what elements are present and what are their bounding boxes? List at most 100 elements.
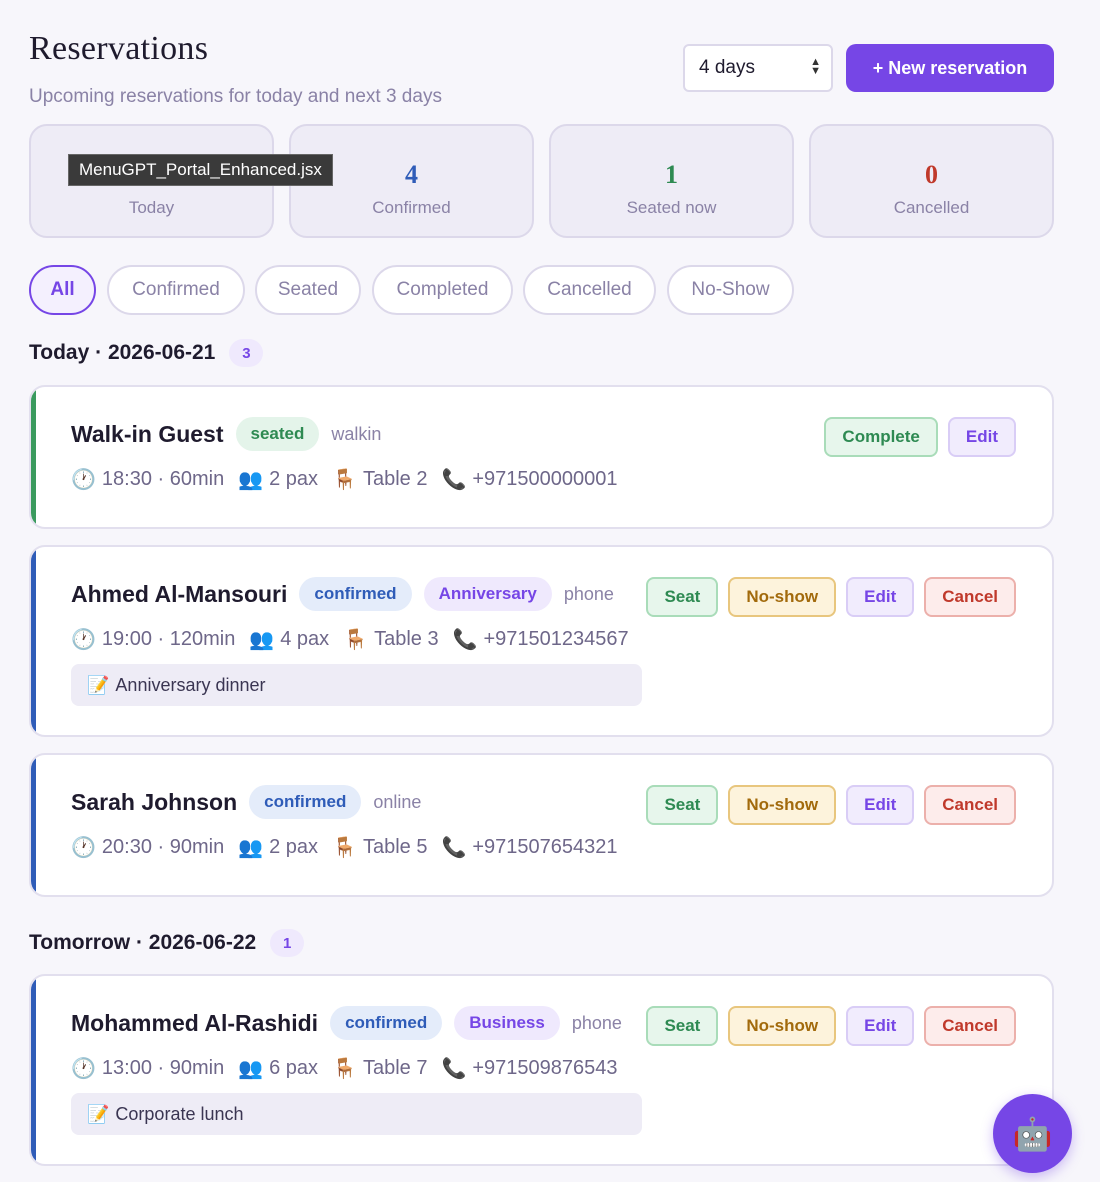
status-accent-bar: [31, 755, 36, 895]
note-text: Corporate lunch: [115, 1103, 244, 1124]
robot-icon: 🤖: [1012, 1115, 1053, 1152]
phone-icon: 📞: [441, 469, 467, 491]
days-range-select[interactable]: 4 days ▲ ▼: [683, 44, 833, 92]
edit-button[interactable]: Edit: [947, 417, 1016, 457]
section-count-badge: 3: [229, 339, 264, 367]
stat-card-seated: 1 Seated now: [549, 124, 794, 238]
stat-value: 0: [925, 160, 938, 189]
filter-completed[interactable]: Completed: [372, 265, 513, 315]
table-number: Table 5: [362, 836, 428, 858]
reservation-card[interactable]: Mohammed Al-Rashidi confirmed Business p…: [29, 974, 1054, 1166]
reservation-card[interactable]: Walk-in Guest seated walkin 🕐 18:30 · 60m…: [29, 385, 1054, 529]
booking-source: walkin: [331, 423, 382, 444]
section-count-badge: 1: [270, 929, 305, 957]
reservation-card[interactable]: Ahmed Al-Mansouri confirmed Anniversary …: [29, 545, 1054, 737]
stat-label: Confirmed: [372, 198, 451, 217]
guests-icon: 👥: [238, 469, 264, 491]
phone-icon: 📞: [441, 837, 467, 859]
reservation-card[interactable]: Sarah Johnson confirmed online 🕐 20:30 · …: [29, 753, 1054, 897]
days-range-value: 4 days: [699, 57, 755, 78]
page-title: Reservations: [29, 30, 209, 67]
booking-source: phone: [571, 1012, 622, 1033]
reservation-title-row: Sarah Johnson confirmed online: [71, 785, 421, 819]
reservation-time: 18:30 · 60min: [101, 468, 225, 490]
guests-icon: 👥: [238, 837, 264, 859]
filter-confirmed[interactable]: Confirmed: [107, 265, 245, 315]
status-accent-bar: [31, 976, 36, 1164]
occasion-badge: Anniversary: [423, 577, 552, 611]
stat-label: Cancelled: [893, 198, 970, 217]
clock-icon: 🕐: [71, 837, 96, 859]
table-number: Table 3: [374, 628, 439, 650]
stat-value: 1: [665, 160, 678, 189]
new-reservation-button[interactable]: + New reservation: [846, 44, 1054, 92]
cancel-button[interactable]: Cancel: [924, 785, 1016, 825]
occasion-badge: Business: [454, 1006, 560, 1040]
guest-phone: +971507654321: [472, 836, 618, 858]
note-icon: 📝: [87, 674, 110, 695]
cancel-button[interactable]: Cancel: [924, 577, 1016, 617]
reservation-title-row: Ahmed Al-Mansouri confirmed Anniversary …: [71, 577, 614, 611]
filter-no-show[interactable]: No-Show: [667, 265, 794, 315]
party-size: 6 pax: [269, 1057, 319, 1079]
filter-seated[interactable]: Seated: [255, 265, 361, 315]
table-number: Table 7: [362, 1057, 428, 1079]
chair-icon: 🪑: [332, 469, 357, 491]
section-title: Tomorrow · 2026-06-22: [29, 931, 257, 954]
guest-phone: +971500000001: [472, 468, 618, 490]
note-icon: 📝: [87, 1103, 110, 1124]
reservations-page: Reservations Upcoming reservations for t…: [29, 0, 1054, 1166]
party-size: 2 pax: [269, 836, 319, 858]
edit-button[interactable]: Edit: [846, 785, 915, 825]
no-show-button[interactable]: No-show: [728, 1006, 837, 1046]
edit-button[interactable]: Edit: [846, 577, 915, 617]
complete-button[interactable]: Complete: [824, 417, 938, 457]
reservation-time: 20:30 · 90min: [101, 836, 225, 858]
clock-icon: 🕐: [71, 629, 96, 651]
cancel-button[interactable]: Cancel: [924, 1006, 1016, 1046]
guest-name: Mohammed Al-Rashidi: [71, 1009, 319, 1036]
phone-icon: 📞: [452, 629, 478, 651]
reservation-note: 📝 Anniversary dinner: [71, 664, 642, 706]
clock-icon: 🕐: [71, 1058, 96, 1080]
party-size: 2 pax: [269, 468, 319, 490]
stat-card-cancelled: 0 Cancelled: [809, 124, 1054, 238]
section-title: Today · 2026-06-21: [29, 341, 216, 364]
no-show-button[interactable]: No-show: [728, 785, 837, 825]
reservation-actions: Seat No-show Edit Cancel: [636, 577, 1016, 617]
reservation-details: 🕐 19:00 · 120min 👥 4 pax 🪑 Table 3 📞 +971501…: [71, 627, 643, 652]
page-header: Reservations Upcoming reservations for t…: [29, 0, 1054, 122]
table-number: Table 2: [362, 468, 428, 490]
chair-icon: 🪑: [332, 837, 357, 859]
reservation-note: 📝 Corporate lunch: [71, 1093, 642, 1135]
guest-name: Ahmed Al-Mansouri: [71, 580, 288, 607]
section-header-tomorrow: Tomorrow · 2026-06-22 1: [29, 929, 305, 957]
status-badge: confirmed: [299, 577, 412, 611]
no-show-button[interactable]: No-show: [728, 577, 837, 617]
status-accent-bar: [31, 547, 36, 735]
guest-phone: +971509876543: [472, 1057, 618, 1079]
seat-button[interactable]: Seat: [646, 785, 719, 825]
guest-name: Walk-in Guest: [71, 420, 224, 447]
reservation-title-row: Walk-in Guest seated walkin: [71, 417, 381, 451]
filter-cancelled[interactable]: Cancelled: [523, 265, 656, 315]
seat-button[interactable]: Seat: [646, 1006, 719, 1046]
booking-source: online: [373, 791, 422, 812]
status-badge: confirmed: [249, 785, 362, 819]
status-badge: seated: [235, 417, 320, 451]
page-subtitle: Upcoming reservations for today and next…: [29, 86, 442, 107]
seat-button[interactable]: Seat: [646, 577, 719, 617]
filter-all[interactable]: All: [29, 265, 96, 315]
section-header-today: Today · 2026-06-21 3: [29, 339, 264, 367]
chair-icon: 🪑: [343, 629, 369, 651]
select-chevron-icon: ▲ ▼: [810, 56, 821, 77]
edit-button[interactable]: Edit: [846, 1006, 915, 1046]
status-accent-bar: [31, 387, 36, 527]
reservation-details: 🕐 20:30 · 90min 👥 2 pax 🪑 Table 5 📞 +9715076…: [71, 835, 632, 860]
chair-icon: 🪑: [332, 1058, 357, 1080]
assistant-fab[interactable]: 🤖: [993, 1094, 1072, 1173]
guests-icon: 👥: [238, 1058, 264, 1080]
reservation-actions: Seat No-show Edit Cancel: [636, 1006, 1016, 1046]
stats-row: 5 Today MenuGPT_Portal_Enhanced.jsx 4 Co…: [29, 124, 1054, 238]
guest-phone: +971501234567: [483, 628, 629, 650]
